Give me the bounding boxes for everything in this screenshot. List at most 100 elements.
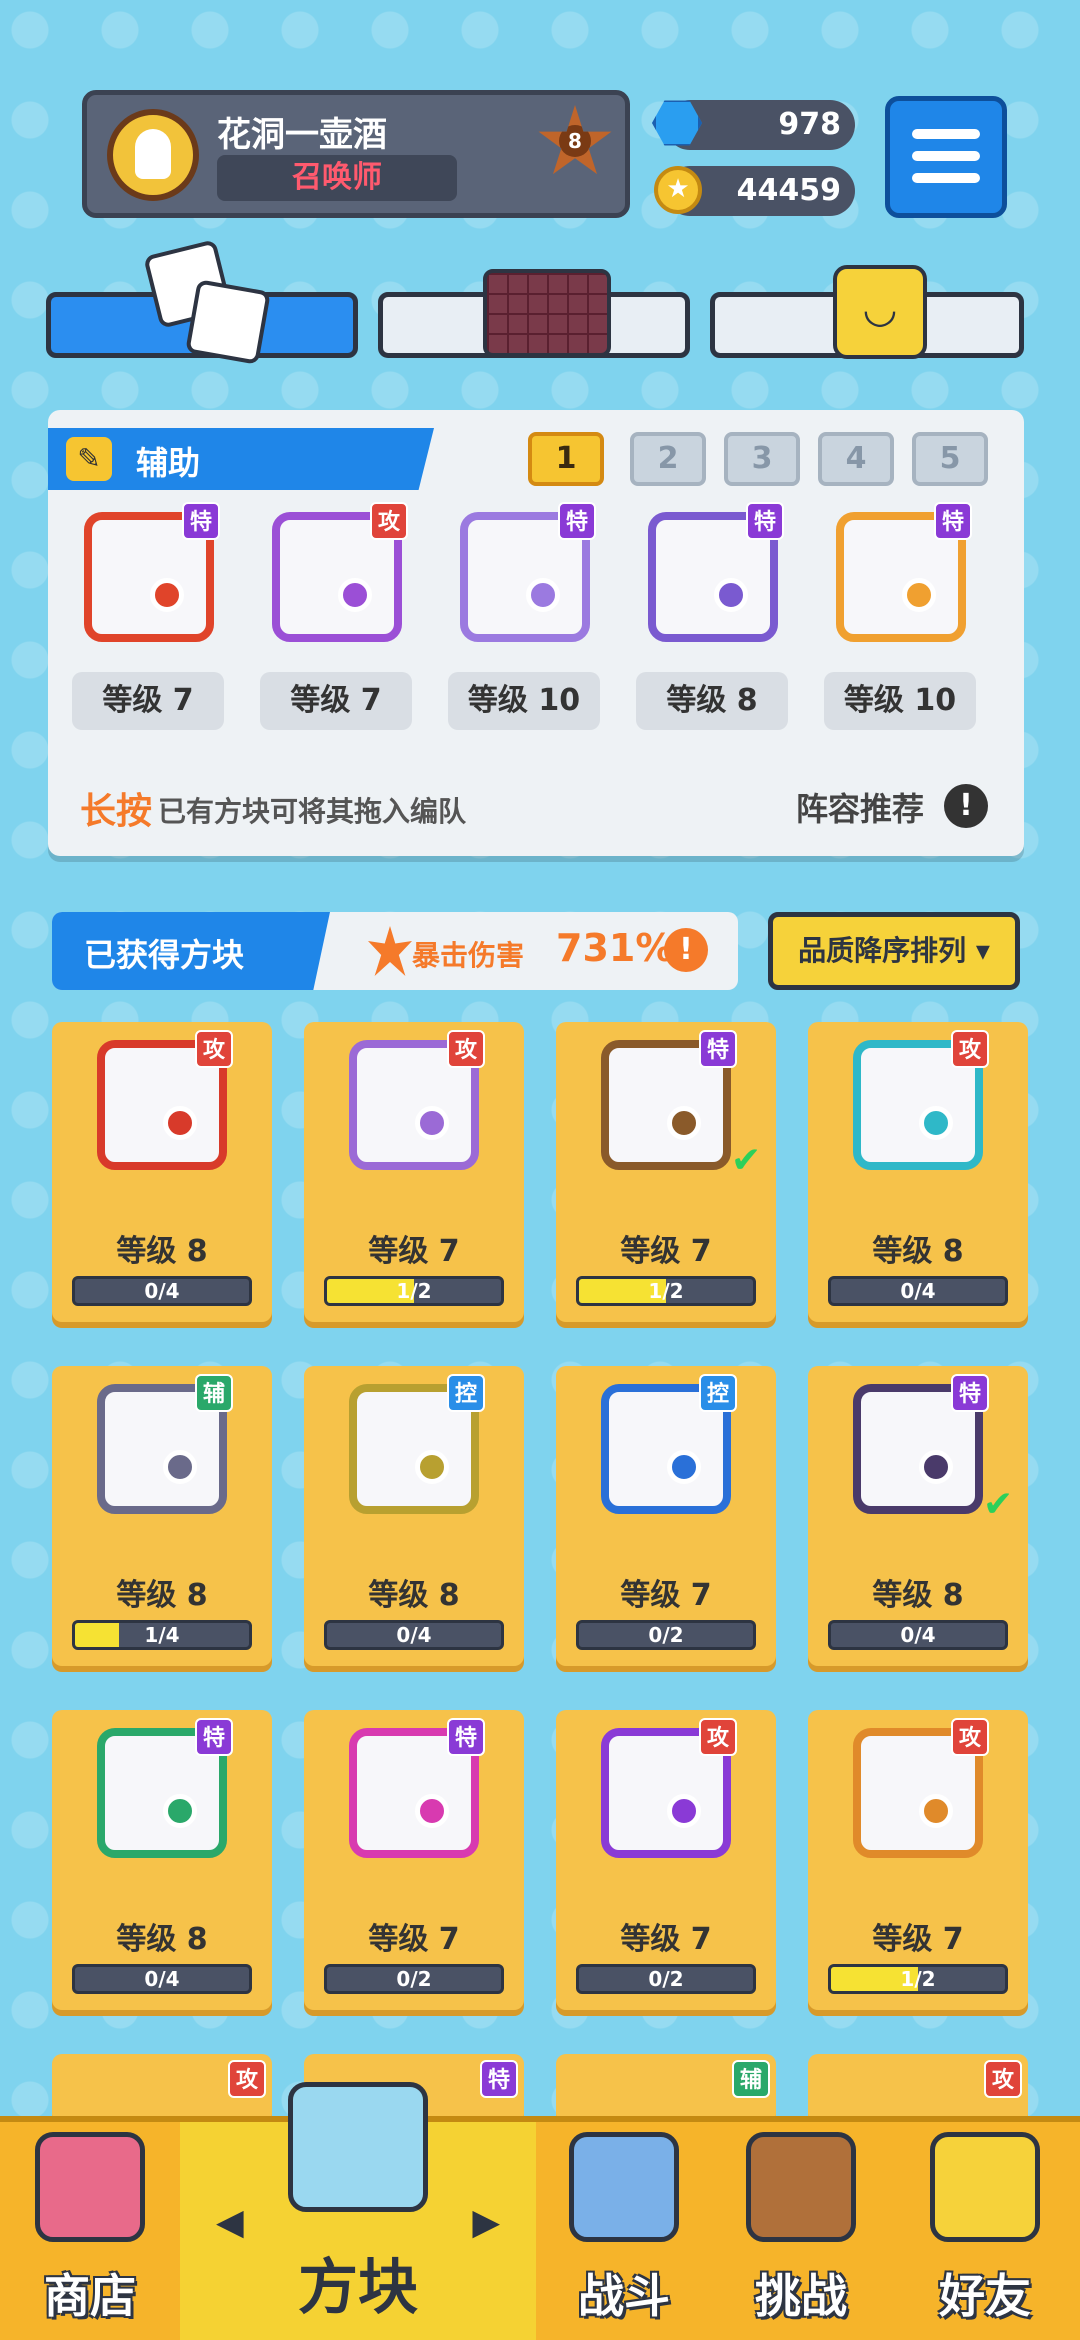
dice-level: 等级 10: [824, 672, 976, 730]
equipped-check-icon: ✔: [731, 1140, 762, 1181]
dice-box-icon: [288, 2082, 428, 2212]
dice-card[interactable]: 攻等级 8 0/4: [52, 1022, 272, 1322]
upgrade-progress-bar: 1/2: [828, 1964, 1008, 1994]
dice-card[interactable]: 攻等级 7 0/2: [556, 1710, 776, 2010]
dice-type-badge: 特: [558, 502, 596, 540]
upgrade-progress-bar: 1/4: [72, 1620, 252, 1650]
nav-label: 商店: [44, 2269, 136, 2323]
nav-sword-shield[interactable]: 战斗: [536, 2122, 712, 2340]
dice-pip: [919, 1450, 953, 1484]
dice-pip: [163, 1794, 197, 1828]
dice-card[interactable]: 控等级 8 0/4: [304, 1366, 524, 1666]
crit-burst-icon: [368, 926, 412, 976]
card-level: 等级 7: [368, 1234, 460, 1269]
dice-card-partial[interactable]: 攻: [808, 2054, 1028, 2124]
loadout-slot-5[interactable]: 5: [912, 432, 988, 486]
card-level: 等级 8: [872, 1578, 964, 1613]
menu-icon-bar: [912, 173, 980, 183]
progress-text: 0/2: [396, 1967, 432, 1991]
upgrade-progress-bar: 0/4: [72, 1964, 252, 1994]
pencil-icon[interactable]: ✎: [66, 437, 112, 481]
dice-card[interactable]: 特等级 7 0/2: [304, 1710, 524, 2010]
progress-text: 1/2: [900, 1967, 936, 1991]
loadout-slot-2[interactable]: 2: [630, 432, 706, 486]
dice-type-badge: 攻: [228, 2060, 266, 2098]
dice-pip: [415, 1106, 449, 1140]
dice-icon: 攻: [843, 1030, 993, 1180]
player-title: 召唤师: [217, 155, 457, 201]
tab-dice[interactable]: [46, 239, 358, 365]
dice-pip: [667, 1106, 701, 1140]
coin-count: 44459: [736, 173, 841, 208]
owned-title: 已获得方块: [84, 936, 245, 974]
sort-dropdown[interactable]: 品质降序排列 ▾: [768, 912, 1020, 990]
dice-card[interactable]: 特 ✔ 等级 8 0/4: [808, 1366, 1028, 1666]
prev-arrow-icon[interactable]: ◀: [216, 2202, 244, 2243]
dice-type-badge: 攻: [699, 1718, 737, 1756]
dice-card[interactable]: 控等级 7 0/2: [556, 1366, 776, 1666]
dice-type-badge: 攻: [195, 1030, 233, 1068]
nav-shop[interactable]: 商店: [0, 2122, 180, 2340]
loadout-slot-4[interactable]: 4: [818, 432, 894, 486]
board-icon: [483, 269, 611, 357]
dice-type-badge: 攻: [951, 1030, 989, 1068]
card-level: 等级 8: [116, 1578, 208, 1613]
dice-pip: [667, 1794, 701, 1828]
crit-value: 731%: [556, 926, 674, 970]
dice-card-partial[interactable]: 辅: [556, 2054, 776, 2124]
dice-card[interactable]: 特 ✔ 等级 7 1/2: [556, 1022, 776, 1322]
dice-icon: 控: [591, 1374, 741, 1524]
dice-card[interactable]: 攻等级 8 0/4: [808, 1022, 1028, 1322]
dice-icon: 特 ✔: [591, 1030, 761, 1181]
dice-pip: [919, 1794, 953, 1828]
menu-icon: [912, 129, 980, 139]
dice-pip: [667, 1450, 701, 1484]
menu-button[interactable]: [885, 96, 1007, 218]
dice-card[interactable]: 辅等级 8 1/4: [52, 1366, 272, 1666]
dice-card[interactable]: 攻等级 7 1/2: [808, 1710, 1028, 2010]
loadout-slot-1[interactable]: 1: [528, 432, 604, 486]
dice-icon: 攻: [591, 1718, 741, 1868]
dice-icon: 特: [339, 1718, 489, 1868]
dice-type-badge: 辅: [195, 1374, 233, 1412]
dice-type-badge: 特: [447, 1718, 485, 1756]
bottom-nav: 商店 方块 ◀ ▶ 战斗 挑战 好友: [0, 2082, 1080, 2340]
dice-type-badge: 攻: [447, 1030, 485, 1068]
card-level: 等级 7: [620, 1922, 712, 1957]
dice-type-badge: 攻: [951, 1718, 989, 1756]
dice-pip: [415, 1794, 449, 1828]
dice-card-partial[interactable]: 攻: [52, 2054, 272, 2124]
upgrade-progress-bar: 0/4: [324, 1620, 504, 1650]
progress-text: 0/4: [900, 1279, 936, 1303]
crit-info-icon[interactable]: !: [664, 928, 708, 972]
loadout-slot-3[interactable]: 3: [724, 432, 800, 486]
menu-icon-bar: [912, 151, 980, 161]
card-level: 等级 8: [116, 1234, 208, 1269]
hint-emphasis: 长按: [80, 791, 153, 832]
equipped-check-icon: ✔: [983, 1484, 1014, 1525]
progress-text: 1/2: [648, 1279, 684, 1303]
gem-count: 978: [778, 107, 841, 142]
dice-card[interactable]: 特等级 8 0/4: [52, 1710, 272, 2010]
dice-icon: 攻: [262, 502, 412, 652]
nav-friends[interactable]: 好友: [890, 2122, 1080, 2340]
card-level: 等级 7: [620, 1234, 712, 1269]
nav-dice-box[interactable]: 方块 ◀ ▶: [180, 2082, 536, 2340]
next-arrow-icon[interactable]: ▶: [472, 2202, 500, 2243]
dice-type-badge: 控: [447, 1374, 485, 1412]
tab-emoji[interactable]: ◡: [710, 265, 1024, 359]
card-level: 等级 7: [368, 1922, 460, 1957]
dice-level: 等级 8: [636, 672, 788, 730]
recommend-label[interactable]: 阵容推荐: [796, 784, 924, 830]
dice-card[interactable]: 攻等级 7 1/2: [304, 1022, 524, 1322]
nav-challenge[interactable]: 挑战: [712, 2122, 890, 2340]
owned-title-tab: 已获得方块: [52, 912, 330, 990]
dice-icon: 攻: [843, 1718, 993, 1868]
tab-board[interactable]: [378, 269, 690, 358]
loadout-panel: ✎ 辅助 1 2 3 4 5 特等级 7 攻等级 7 特等级 10 特等级 8 特等级 …: [48, 410, 1024, 856]
player-profile-card[interactable]: 花洞一壶酒 召唤师 8: [82, 90, 630, 218]
dice-pip: [902, 578, 936, 612]
recommend-info-icon[interactable]: !: [944, 784, 988, 828]
avatar[interactable]: [107, 109, 199, 201]
dice-pip: [163, 1106, 197, 1140]
